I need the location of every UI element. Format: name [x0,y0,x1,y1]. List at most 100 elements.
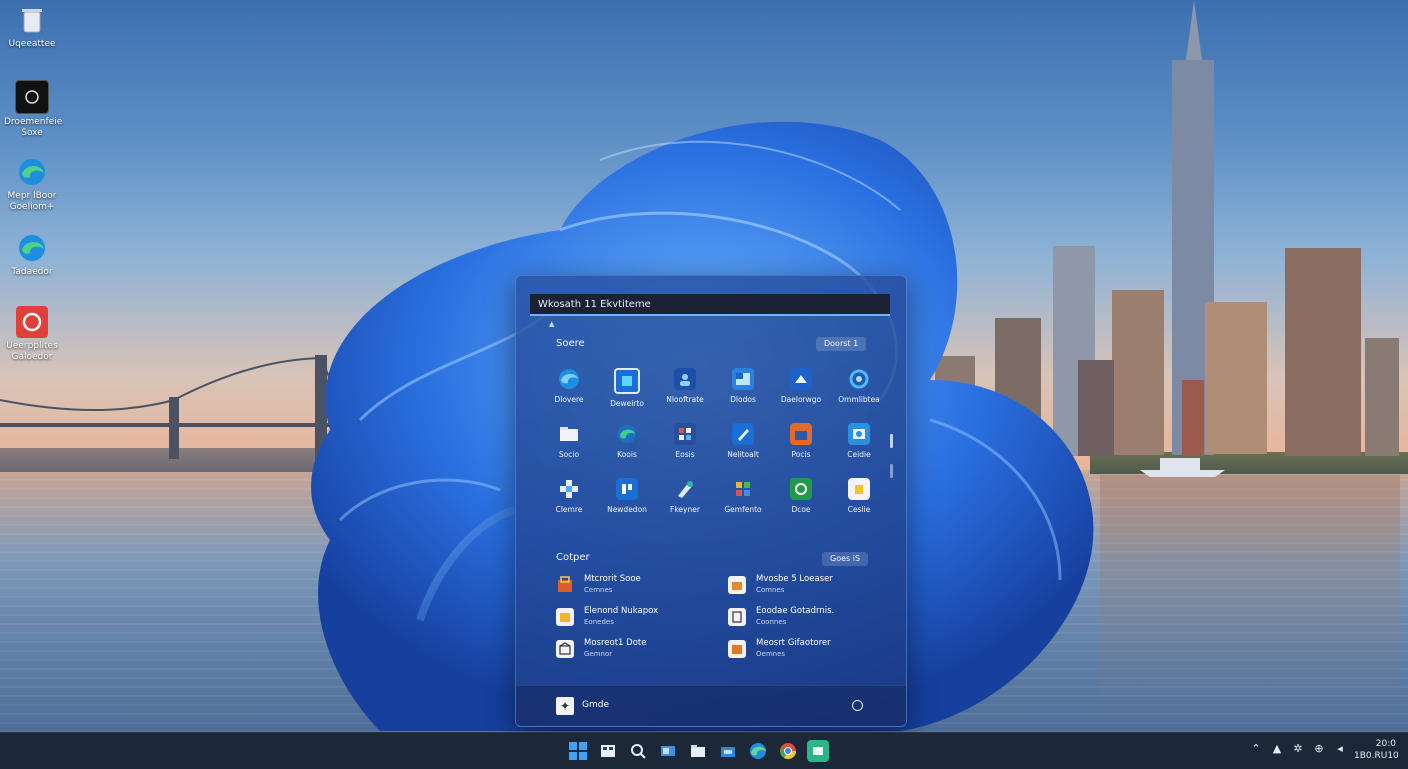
pinned-all-apps-button[interactable]: Doorst 1 [816,337,867,351]
pinned-section-title: Soere [556,338,585,349]
store-icon [15,80,49,114]
scrollbar-thumb[interactable] [890,434,893,448]
recommended-item[interactable]: Eoodae Gotadrnis. Coonnes [728,606,893,632]
desktop-icon-label: Mepr lBoor Goeliom+ [7,191,57,212]
pinned-app-tile[interactable]: Fkeyner [656,478,714,533]
desktop-icon-edge[interactable]: Mepr lBoor Goeliom+ [4,156,60,213]
taskbar-apps [567,740,829,762]
box-icon [556,640,574,658]
scrollbar-track[interactable] [890,464,893,478]
desktop-icon-edge-2[interactable]: Tadaedor [4,232,60,278]
security-icon[interactable]: ✲ [1292,742,1304,755]
store-bag-icon [556,576,574,594]
start-menu: Wkosath 11 Ekvtiteme ▲ Soere Doorst 1 Dl… [515,275,907,727]
pinned-app-tile[interactable]: Newdedon [598,478,656,533]
store-icon[interactable] [717,740,739,762]
pinned-app-tile[interactable]: Eosis [656,423,714,478]
power-icon[interactable] [852,700,863,711]
task-view-icon[interactable] [657,740,679,762]
app-label: Ceslie [847,505,871,514]
orange-doc-icon [728,640,746,658]
notes-icon [848,478,870,500]
pinned-app-tile[interactable]: Ommlibtea [830,368,888,423]
recommended-item[interactable]: Elenond Nukapox Eonedes [556,606,721,632]
desktop-icon-camera[interactable]: Ueerpplites Galoedor [4,306,60,363]
recommended-item-title: Mtcrorit Sooe [584,574,641,584]
app-label: Clemre [555,505,583,514]
volume-icon[interactable]: ◂ [1334,742,1346,755]
user-icon[interactable]: ✦ [556,697,574,715]
start-menu-footer: ✦ Gmde [516,685,906,726]
recommended-item[interactable]: Meosrt Gifaotorer Oemnes [728,638,893,664]
clock[interactable]: 20:0 1B0.RU10 [1354,738,1399,762]
settings-icon [848,368,870,390]
network-icon[interactable]: ⊕ [1313,742,1325,755]
pinned-app-tile[interactable]: Daelorwgo [772,368,830,423]
app-label: Gemfento [724,505,762,514]
pinned-app-tile[interactable]: Socio [540,423,598,478]
onedrive-icon[interactable]: ▲ [1271,742,1283,755]
recommended-item-title: Eoodae Gotadrnis. [756,606,835,616]
clock-date: 1B0.RU10 [1354,751,1399,761]
pen-icon [732,423,754,445]
desktop-icon-store[interactable]: Droemenfeie Soxe [4,80,63,139]
pinned-app-tile[interactable]: Pocis [772,423,830,478]
recommended-item-subtitle: Oemnes [756,650,786,658]
widgets-icon[interactable] [597,740,619,762]
search-caret-icon: ▲ [549,320,555,328]
app-label: Deweirto [610,399,644,408]
recommended-item-title: Meosrt Gifaotorer [756,638,831,648]
user-name[interactable]: Gmde [582,700,609,710]
app-label: Nelitoalt [727,450,759,459]
pinned-app-tile[interactable]: Deweirto [598,368,656,423]
recommended-item-title: Mosreot1 Dote [584,638,647,648]
orange-app-icon [728,576,746,594]
pinned-app-tile[interactable]: Ceidie [830,423,888,478]
pinned-apps-grid: Dlovere Deweirto Nlooftrate Dlodos Daelo… [540,368,888,533]
pinned-app-tile[interactable]: Koois [598,423,656,478]
pinned-app-tile[interactable]: Dlovere [540,368,598,423]
recommended-more-button[interactable]: Goes iS [822,552,869,566]
start-icon[interactable] [567,740,589,762]
file-explorer-icon[interactable] [687,740,709,762]
pinned-app-tile[interactable]: Nlooftrate [656,368,714,423]
app-label: Ceidie [847,450,871,459]
search-icon[interactable] [627,740,649,762]
edge-icon [16,156,48,188]
app-label: Ommlibtea [838,395,880,404]
edge-green-icon [616,423,638,445]
photo-viewer-icon [848,423,870,445]
app-label: Dcoe [791,505,811,514]
recommended-item[interactable]: Mvosbe 5 Loeaser Comnes [728,574,893,600]
puzzle-icon [558,478,580,500]
xbox-icon [790,478,812,500]
pinned-app-tile[interactable]: Dcoe [772,478,830,533]
games-icon [732,478,754,500]
desktop-icon-label: Droemenfeie Soxe [4,117,63,138]
recommended-item[interactable]: Mosreot1 Dote Gemnor [556,638,721,664]
recommended-item[interactable]: Mtcrorit Sooe Cemnes [556,574,721,600]
start-search-input[interactable]: Wkosath 11 Ekvtiteme [530,294,890,316]
desktop-icon-label: Tadaedor [11,267,53,277]
paint-icon [674,478,696,500]
recommended-item-subtitle: Comnes [756,586,785,594]
pinned-app-tile[interactable]: Gemfento [714,478,772,533]
chevron-up-icon[interactable]: ⌃ [1250,742,1262,755]
app-label: Eosis [675,450,695,459]
doc-icon [728,608,746,626]
pinned-app-tile[interactable]: Ceslie [830,478,888,533]
app-label: Dlodos [730,395,756,404]
terminal-icon[interactable] [807,740,829,762]
pinned-app-tile[interactable]: Nelitoalt [714,423,772,478]
pinned-app-tile[interactable]: Clemre [540,478,598,533]
edge-icon[interactable] [747,740,769,762]
chrome-icon[interactable] [777,740,799,762]
edge-icon [558,368,580,390]
desktop-icon-recycle-bin[interactable]: Uqeeattee [4,4,60,50]
app-label: Fkeyner [670,505,700,514]
recommended-item-subtitle: Coonnes [756,618,787,626]
clock-time: 20:0 [1375,739,1396,749]
camera-app-icon [16,306,48,338]
app-label: Dlovere [554,395,584,404]
pinned-app-tile[interactable]: Dlodos [714,368,772,423]
